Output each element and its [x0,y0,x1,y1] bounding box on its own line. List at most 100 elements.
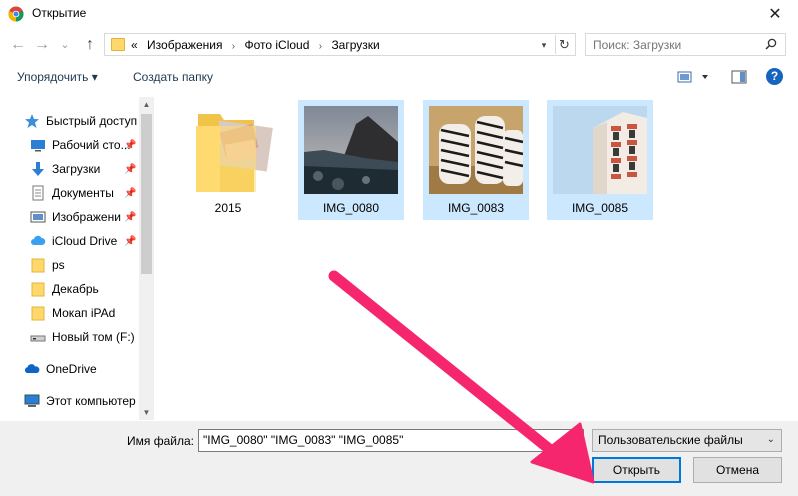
pin-icon: 📌 [124,164,137,175]
sidebar-item-pictures[interactable]: Изображени [30,206,121,228]
file-item-image[interactable]: IMG_0085 [547,100,653,220]
chevron-down-icon: ⌄ [766,434,775,445]
file-item-image[interactable]: IMG_0083 [423,100,529,220]
view-icon [677,71,708,83]
scroll-thumb[interactable] [141,114,152,274]
open-button[interactable]: Открыть [592,457,681,483]
chevron-down-icon: ▾ [541,40,547,50]
folder-icon [111,38,125,51]
sidebar-item-icloud-drive[interactable]: iCloud Drive [30,230,117,252]
file-item-folder[interactable]: 2015 [175,101,281,221]
file-type-value: Пользовательские файлы [598,433,743,447]
breadcrumb-item-downloads[interactable]: Загрузки [331,38,379,52]
scroll-down-arrow[interactable]: ▼ [139,405,154,420]
folder-icon [30,281,46,297]
forward-arrow-icon: → [34,36,50,53]
search-icon [765,38,777,50]
sidebar-item-label: Изображени [52,210,121,224]
sidebar-item-quick-access[interactable]: Быстрый доступ [24,110,137,132]
refresh-button[interactable]: ↻ [555,35,573,54]
sidebar-item-label: Быстрый доступ [46,114,138,128]
up-button[interactable]: ↑ [80,36,100,54]
sidebar-item-ps[interactable]: ps [30,254,65,276]
title-bar: Открытие ✕ [0,0,798,28]
file-name: IMG_0083 [447,201,505,215]
address-row: ← → ⌄ ↑ « Изображения › Фото iCloud › За… [0,30,798,60]
sidebar-item-label: Новый том (F:) [52,330,135,344]
sidebar-item-label: OneDrive [46,362,97,376]
sidebar-item-desktop[interactable]: Рабочий сто... [30,134,131,156]
filename-label: Имя файла: [127,434,194,448]
recent-locations-button[interactable]: ⌄ [58,36,72,54]
file-item-image[interactable]: IMG_0080 [298,100,404,220]
back-arrow-icon: ← [10,36,26,53]
sidebar-item-label: Мокап iPAd [52,306,116,320]
pin-icon: 📌 [124,140,137,151]
chrome-icon [8,6,24,22]
sidebar-scrollbar[interactable]: ▲ ▼ [139,97,154,420]
breadcrumb: « Изображения › Фото iCloud › Загрузки [131,38,380,52]
sidebar-item-this-pc[interactable]: Этот компьютер [24,390,136,412]
help-button[interactable]: ? [766,68,783,85]
forward-button[interactable]: → [32,36,52,54]
cloud-icon [30,233,46,249]
breadcrumb-separator[interactable]: › [232,41,235,52]
folder-icon [196,114,273,192]
breadcrumb-item-images[interactable]: Изображения [147,38,222,52]
sidebar-item-onedrive[interactable]: OneDrive [24,358,97,380]
sidebar-item-label: Рабочий сто... [52,138,131,152]
file-name: IMG_0080 [322,201,380,215]
sidebar-item-ipad-mockup[interactable]: Мокап iPAd [30,302,115,324]
file-type-select[interactable]: Пользовательские файлы ⌄ [592,429,782,452]
folder-icon [30,305,46,321]
toolbar: Упорядочить ▾ Создать папку ? [0,62,798,94]
close-icon: ✕ [768,6,782,23]
window-title: Открытие [32,6,87,20]
desktop-icon [30,137,46,153]
sidebar-item-label: Этот компьютер [46,394,136,408]
pin-icon: 📌 [124,236,137,247]
chevron-down-icon: ⌄ [60,39,70,51]
scroll-up-arrow[interactable]: ▲ [139,97,154,112]
pin-icon: 📌 [124,188,137,199]
preview-pane-button[interactable] [731,69,747,88]
address-bar[interactable]: « Изображения › Фото iCloud › Загрузки ▾… [104,33,576,56]
close-button[interactable]: ✕ [752,0,798,28]
file-name: IMG_0085 [571,201,629,215]
back-button[interactable]: ← [8,36,28,54]
filename-input[interactable]: "IMG_0080" "IMG_0083" "IMG_0085" [198,429,584,452]
help-icon: ? [766,68,783,85]
file-name: 2015 [214,201,242,215]
breadcrumb-separator[interactable]: › [319,41,322,52]
breadcrumb-item-icloud-photos[interactable]: Фото iCloud [244,38,309,52]
pin-icon: 📌 [124,212,137,223]
up-arrow-icon: ↑ [86,36,94,53]
new-folder-button[interactable]: Создать папку [133,70,213,84]
sidebar-item-label: ps [52,258,65,272]
refresh-icon: ↻ [559,37,570,52]
file-list: 2015 IMG_0080 IMG_0083 IMG_0085 [155,95,798,420]
pictures-icon [30,209,46,225]
sidebar-item-december[interactable]: Декабрь [30,278,99,300]
image-thumbnail [304,106,398,194]
star-icon [24,113,40,129]
address-history-button[interactable]: ▾ [536,36,552,54]
folder-icon [30,257,46,273]
image-thumbnail [553,106,647,194]
sidebar-item-downloads[interactable]: Загрузки [30,158,100,180]
onedrive-icon [24,361,40,377]
preview-pane-icon [731,70,747,84]
sidebar-item-documents[interactable]: Документы [30,182,114,204]
view-options-button[interactable] [677,69,711,88]
sidebar-item-new-volume-f[interactable]: Новый том (F:) [30,326,135,348]
organize-button[interactable]: Упорядочить ▾ [17,70,98,84]
dialog-footer: Имя файла: "IMG_0080" "IMG_0083" "IMG_00… [0,421,798,496]
sidebar-item-label: iCloud Drive [52,234,118,248]
search-input[interactable] [586,34,764,55]
search-box[interactable] [585,33,786,56]
sidebar-item-label: Загрузки [52,162,101,176]
sidebar-item-label: Декабрь [52,282,99,296]
sidebar-item-label: Документы [52,186,114,200]
cancel-button[interactable]: Отмена [693,457,782,483]
breadcrumb-overflow[interactable]: « [131,38,138,52]
